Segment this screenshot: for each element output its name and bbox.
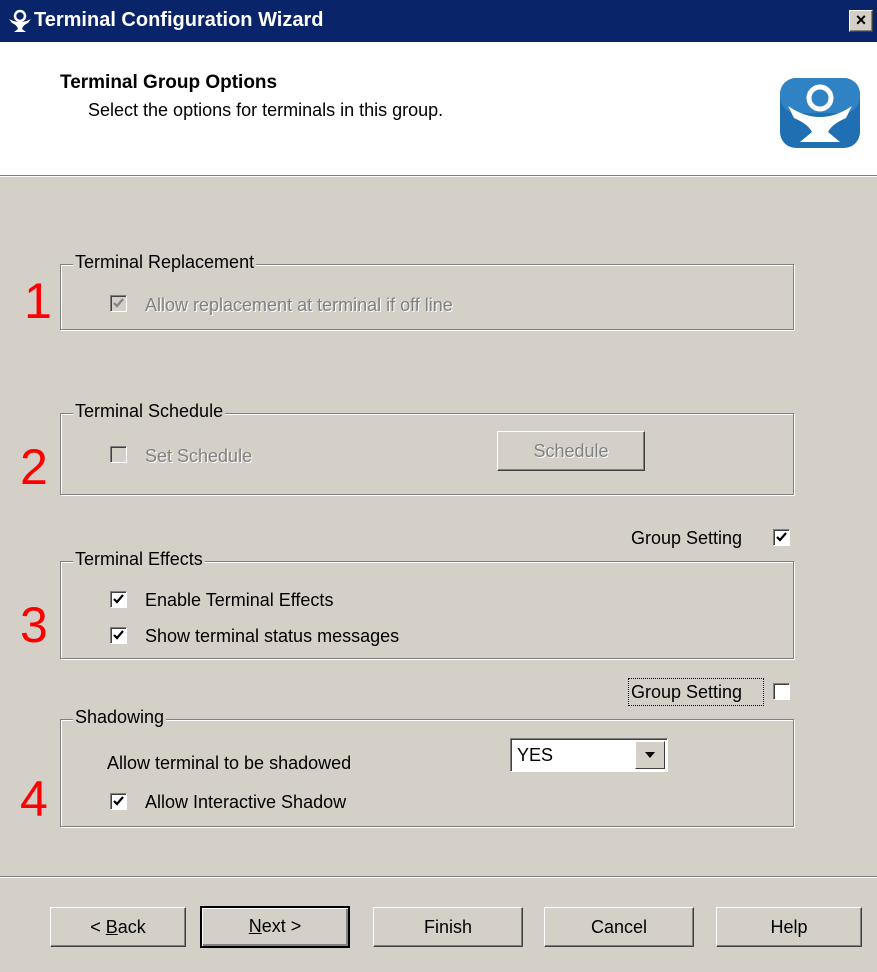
allow-interactive-shadow-label: Allow Interactive Shadow xyxy=(145,792,347,812)
show-status-messages-label: Show terminal status messages xyxy=(145,626,400,646)
effects-group-setting-checkbox[interactable] xyxy=(773,529,790,546)
group-legend: Terminal Effects xyxy=(73,549,205,570)
page-subtitle: Select the options for terminals in this… xyxy=(88,100,444,120)
button-separator xyxy=(0,876,877,878)
window-title: Terminal Configuration Wizard xyxy=(34,9,324,31)
group-legend: Shadowing xyxy=(73,707,167,728)
allow-shadowed-dropdown[interactable]: YES xyxy=(510,738,668,772)
back-button[interactable]: < Back xyxy=(50,907,186,947)
set-schedule-checkbox[interactable] xyxy=(110,446,127,463)
set-schedule-label: Set Schedule xyxy=(145,446,253,466)
group-setting-label: Group Setting xyxy=(631,528,743,548)
thinmanager-icon xyxy=(8,9,32,33)
back-rest: ack xyxy=(117,917,146,937)
chevron-down-icon xyxy=(645,752,655,758)
allow-shadowed-label: Allow terminal to be shadowed xyxy=(107,753,352,773)
dropdown-value: YES xyxy=(517,745,554,765)
enable-terminal-effects-label: Enable Terminal Effects xyxy=(145,590,334,610)
group-setting-label: Group Setting xyxy=(631,682,743,702)
annotation-number-4: 4 xyxy=(20,771,48,827)
back-prefix: < xyxy=(90,917,106,937)
cancel-button[interactable]: Cancel xyxy=(544,907,694,947)
group-legend: Terminal Replacement xyxy=(73,252,257,273)
annotation-number-2: 2 xyxy=(20,439,48,495)
annotation-number-3: 3 xyxy=(20,597,48,653)
next-mnemonic: N xyxy=(248,916,262,936)
enable-terminal-effects-checkbox[interactable] xyxy=(110,591,127,608)
next-rest: ext > xyxy=(261,916,302,936)
allow-interactive-shadow-checkbox[interactable] xyxy=(110,793,127,810)
show-status-messages-checkbox[interactable] xyxy=(110,627,127,644)
allow-replacement-checkbox[interactable] xyxy=(110,295,127,312)
finish-button[interactable]: Finish xyxy=(373,907,523,947)
wizard-header: Terminal Group Options Select the option… xyxy=(0,42,877,176)
dropdown-arrow-button[interactable] xyxy=(635,741,665,769)
close-button[interactable]: × xyxy=(849,10,873,32)
help-button[interactable]: Help xyxy=(716,907,862,947)
thinmanager-logo xyxy=(778,76,862,150)
back-mnemonic: B xyxy=(105,917,118,937)
allow-replacement-label: Allow replacement at terminal if off lin… xyxy=(145,295,453,315)
header-divider xyxy=(0,176,877,177)
annotation-number-1: 1 xyxy=(24,273,52,329)
group-legend: Terminal Schedule xyxy=(73,401,226,422)
page-title: Terminal Group Options xyxy=(60,72,278,93)
shadowing-group-setting-checkbox[interactable] xyxy=(773,683,790,700)
schedule-button[interactable]: Schedule xyxy=(497,431,645,471)
next-button[interactable]: Next > xyxy=(200,906,350,948)
title-bar[interactable]: Terminal Configuration Wizard × xyxy=(0,0,877,42)
